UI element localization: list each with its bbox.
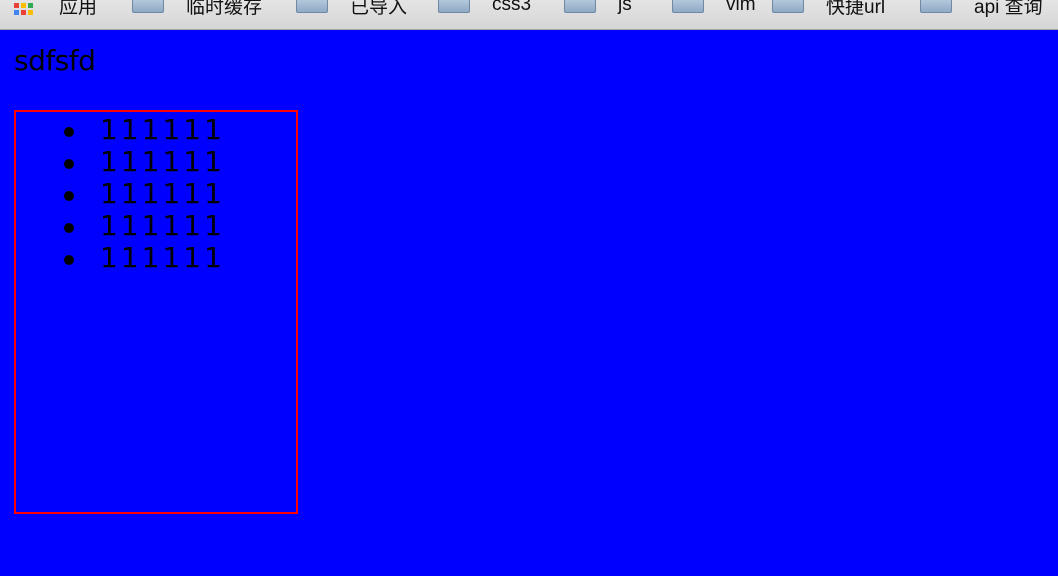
list-item-text: 111111 — [100, 145, 225, 178]
bookmark-folder-imported[interactable]: 已导入 — [296, 0, 408, 18]
bookmark-folder-css3[interactable]: css3 — [438, 0, 531, 16]
item-list: 111111 111111 111111 111111 111111 — [16, 114, 225, 274]
list-item-text: 111111 — [100, 177, 225, 210]
bookmark-apps[interactable]: 应用 — [14, 0, 98, 18]
page-heading: sdfsfd — [14, 44, 96, 77]
folder-icon — [772, 0, 804, 13]
bookmark-folder-vim[interactable]: vim — [672, 0, 756, 16]
bullet-icon — [64, 223, 74, 233]
bullet-icon — [64, 127, 74, 137]
bookmark-label: 已导入 — [350, 0, 408, 18]
folder-icon — [672, 0, 704, 13]
list-item: 111111 — [16, 146, 225, 178]
bullet-icon — [64, 159, 74, 169]
list-item: 111111 — [16, 178, 225, 210]
list-item-text: 111111 — [100, 241, 225, 274]
bookmarks-bar: 应用 临时缓存 已导入 css3 js vim 快捷url api 查询 — [0, 0, 1058, 30]
list-item: 111111 — [16, 114, 225, 146]
list-item: 111111 — [16, 210, 225, 242]
bullet-icon — [64, 191, 74, 201]
list-item-text: 111111 — [100, 113, 225, 146]
folder-icon — [920, 0, 952, 13]
bordered-list-box: 111111 111111 111111 111111 111111 — [14, 110, 298, 514]
bookmark-label: api 查询 — [974, 0, 1043, 18]
list-item: 111111 — [16, 242, 225, 274]
folder-icon — [132, 0, 164, 13]
bookmark-label: vim — [726, 0, 756, 15]
bookmark-folder-quick-url[interactable]: 快捷url — [772, 0, 886, 18]
folder-icon — [438, 0, 470, 13]
page-content: sdfsfd 111111 111111 111111 111111 11111… — [0, 30, 1058, 576]
bookmark-folder-api-query[interactable]: api 查询 — [920, 0, 1043, 18]
folder-icon — [564, 0, 596, 13]
bookmark-label: 临时缓存 — [186, 0, 263, 18]
bookmark-label: 应用 — [59, 0, 98, 18]
list-item-text: 111111 — [100, 209, 225, 242]
bullet-icon — [64, 255, 74, 265]
bookmark-label: css3 — [492, 0, 532, 15]
bookmark-folder-temp-cache[interactable]: 临时缓存 — [132, 0, 263, 18]
bookmark-folder-js[interactable]: js — [564, 0, 632, 16]
bookmark-label: 快捷url — [826, 0, 886, 18]
apps-grid-icon — [14, 3, 33, 15]
folder-icon — [296, 0, 328, 13]
bookmark-label: js — [618, 0, 632, 15]
